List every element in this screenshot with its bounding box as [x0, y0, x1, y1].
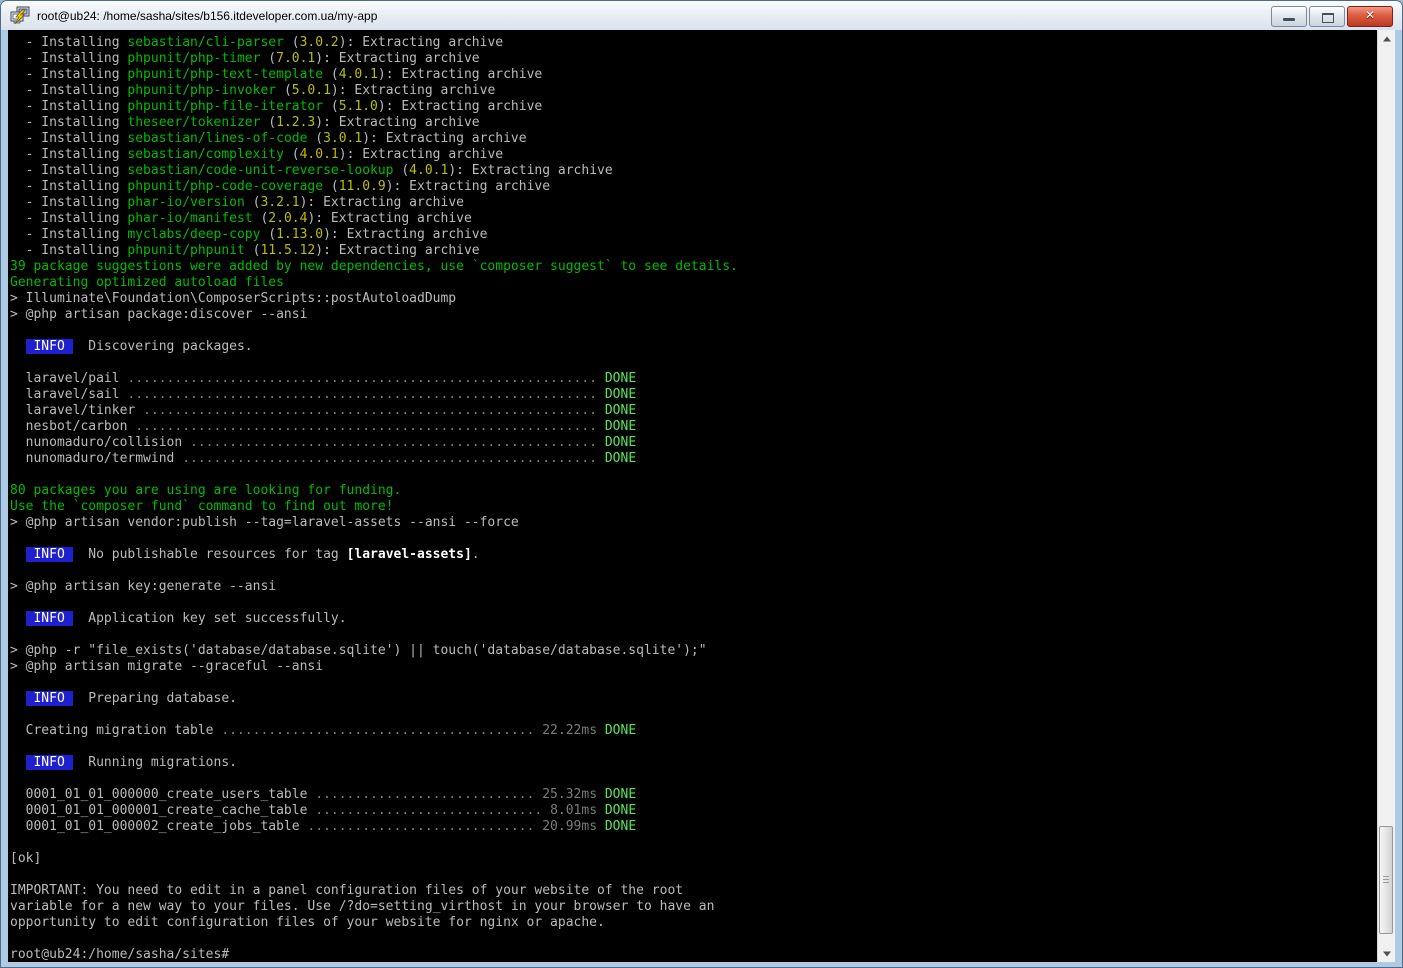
title-bar[interactable]: root@ub24: /home/sasha/sites/b156.itdeve…	[1, 1, 1402, 30]
terminal-line	[10, 627, 1379, 643]
terminal-line: laravel/sail ...........................…	[10, 387, 1379, 403]
terminal-line: - Installing sebastian/code-unit-reverse…	[10, 163, 1379, 179]
terminal-line: - Installing phpunit/phpunit (11.5.12): …	[10, 243, 1379, 259]
close-icon: ✕	[1348, 8, 1392, 22]
terminal-line: nunomaduro/collision ...................…	[10, 435, 1379, 451]
putty-app-icon[interactable]	[9, 6, 31, 26]
terminal-line	[10, 355, 1379, 371]
terminal-line: 0001_01_01_000000_create_users_table ...…	[10, 787, 1379, 803]
terminal-line: [ok]	[10, 851, 1379, 867]
terminal-line: INFO Preparing database.	[10, 691, 1379, 707]
terminal-line: INFO Application key set successfully.	[10, 611, 1379, 627]
terminal-line: INFO Discovering packages.	[10, 339, 1379, 355]
terminal-line: > @php artisan migrate --graceful --ansi	[10, 659, 1379, 675]
terminal-line: laravel/tinker .........................…	[10, 403, 1379, 419]
terminal-line: 39 package suggestions were added by new…	[10, 259, 1379, 275]
terminal-line	[10, 739, 1379, 755]
minimize-button[interactable]	[1271, 6, 1307, 27]
terminal-line: - Installing myclabs/deep-copy (1.13.0):…	[10, 227, 1379, 243]
maximize-button[interactable]	[1309, 6, 1345, 27]
terminal-line: - Installing theseer/tokenizer (1.2.3): …	[10, 115, 1379, 131]
terminal-output[interactable]: - Installing sebastian/cli-parser (3.0.2…	[8, 30, 1379, 962]
maximize-icon	[1322, 13, 1334, 23]
terminal-line: - Installing phar-io/version (3.2.1): Ex…	[10, 195, 1379, 211]
terminal-line: Creating migration table ...............…	[10, 723, 1379, 739]
terminal-line: 80 packages you are using are looking fo…	[10, 483, 1379, 499]
terminal-line: > @php artisan package:discover --ansi	[10, 307, 1379, 323]
close-button[interactable]: ✕	[1347, 6, 1393, 27]
terminal-line: opportunity to edit configuration files …	[10, 915, 1379, 931]
terminal-line: 0001_01_01_000001_create_cache_table ...…	[10, 803, 1379, 819]
terminal-line	[10, 771, 1379, 787]
terminal-line: laravel/pail ...........................…	[10, 371, 1379, 387]
putty-window: root@ub24: /home/sasha/sites/b156.itdeve…	[0, 0, 1403, 968]
scrollbar-thumb[interactable]	[1379, 826, 1393, 934]
terminal-line: - Installing phpunit/php-timer (7.0.1): …	[10, 51, 1379, 67]
scrollbar[interactable]	[1377, 30, 1395, 962]
terminal-line: nesbot/carbon ..........................…	[10, 419, 1379, 435]
terminal-line	[10, 931, 1379, 947]
terminal-line	[10, 323, 1379, 339]
scroll-down-button[interactable]	[1378, 945, 1395, 962]
terminal-line	[10, 835, 1379, 851]
window-controls: ✕	[1269, 6, 1393, 27]
terminal-line	[10, 467, 1379, 483]
terminal-line: Generating optimized autoload files	[10, 275, 1379, 291]
arrow-down-icon	[1383, 951, 1391, 956]
terminal-line: - Installing sebastian/lines-of-code (3.…	[10, 131, 1379, 147]
terminal-line: INFO No publishable resources for tag [l…	[10, 547, 1379, 563]
terminal-line: - Installing phpunit/php-file-iterator (…	[10, 99, 1379, 115]
minimize-icon	[1283, 18, 1295, 21]
terminal-line: IMPORTANT: You need to edit in a panel c…	[10, 883, 1379, 899]
terminal-line	[10, 867, 1379, 883]
window-title: root@ub24: /home/sasha/sites/b156.itdeve…	[37, 9, 377, 23]
terminal-line: - Installing sebastian/cli-parser (3.0.2…	[10, 35, 1379, 51]
terminal-line	[10, 595, 1379, 611]
terminal-line	[10, 531, 1379, 547]
terminal-line: - Installing phpunit/php-text-template (…	[10, 67, 1379, 83]
terminal-line: variable for a new way to your files. Us…	[10, 899, 1379, 915]
terminal-line: - Installing phar-io/manifest (2.0.4): E…	[10, 211, 1379, 227]
scroll-up-button[interactable]	[1378, 30, 1395, 47]
terminal-line: > @php -r "file_exists('database/databas…	[10, 643, 1379, 659]
terminal-line: > @php artisan vendor:publish --tag=lara…	[10, 515, 1379, 531]
terminal-line	[10, 707, 1379, 723]
arrow-up-icon	[1383, 36, 1391, 41]
terminal-line	[10, 675, 1379, 691]
terminal-line: - Installing sebastian/complexity (4.0.1…	[10, 147, 1379, 163]
terminal-line	[10, 563, 1379, 579]
terminal-line: root@ub24:/home/sasha/sites#	[10, 947, 1379, 962]
terminal-line: 0001_01_01_000002_create_jobs_table ....…	[10, 819, 1379, 835]
terminal-line: > @php artisan key:generate --ansi	[10, 579, 1379, 595]
terminal-line: - Installing phpunit/php-code-coverage (…	[10, 179, 1379, 195]
terminal-line: Use the `composer fund` command to find …	[10, 499, 1379, 515]
terminal-line: - Installing phpunit/php-invoker (5.0.1)…	[10, 83, 1379, 99]
terminal-line: nunomaduro/termwind ....................…	[10, 451, 1379, 467]
terminal-line: > Illuminate\Foundation\ComposerScripts:…	[10, 291, 1379, 307]
terminal-line: INFO Running migrations.	[10, 755, 1379, 771]
